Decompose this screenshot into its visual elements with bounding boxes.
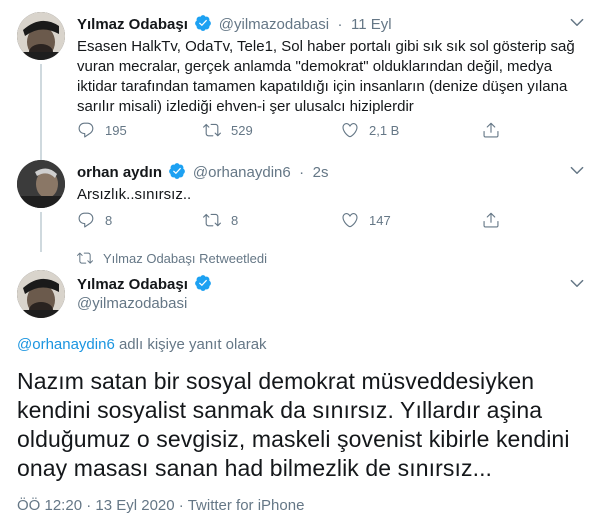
meta-separator: · [82, 497, 96, 514]
avatar-image [17, 160, 65, 208]
verified-badge-icon [168, 162, 186, 180]
reply-mention-link[interactable]: @orhanaydin6 [17, 336, 115, 353]
heart-icon [342, 123, 358, 138]
tweet-client-link[interactable]: Twitter for iPhone [188, 497, 305, 514]
handle[interactable]: @yilmazodabasi [77, 295, 187, 312]
reply-button[interactable]: 8 [77, 211, 112, 229]
avatar-image [17, 12, 65, 60]
thread-line [40, 152, 42, 160]
avatar-image [17, 270, 65, 318]
share-button[interactable] [482, 211, 510, 229]
like-count: 2,1 B [369, 122, 400, 138]
reply-icon [78, 122, 94, 138]
separator-dot: · [299, 164, 305, 181]
verified-badge-icon [194, 274, 212, 292]
tweet-meta: ÖÖ 12:20 · 13 Eyl 2020 · Twitter for iPh… [17, 497, 304, 514]
retweet-count: 8 [231, 212, 239, 228]
share-button[interactable] [482, 121, 510, 139]
reply-count: 195 [105, 122, 127, 138]
display-name[interactable]: Yılmaz Odabaşı [77, 16, 188, 33]
tweet-orhan[interactable]: orhan aydın @orhanaydin6 · 2s Arsızlık..… [0, 152, 596, 252]
reply-button[interactable]: 195 [77, 121, 127, 139]
timestamp[interactable]: 11 Eyl [351, 16, 392, 33]
tweet-actions: 195 529 2,1 B [77, 121, 517, 141]
tweet-actions: 8 8 147 [77, 211, 517, 231]
meta-separator: · [174, 497, 188, 514]
tweet-text-line: sarılır misali) izlediği ehven-i şer ulu… [77, 98, 414, 115]
tweet-text: Esasen HalkTv, OdaTv, Tele1, Sol haber p… [77, 37, 582, 117]
timestamp[interactable]: 2s [313, 164, 329, 181]
retweet-icon [203, 213, 221, 227]
tweet-text-line: olduğumuz o sevgisiz, maskeli şovenist k… [17, 426, 570, 452]
tweet-yilmaz-1[interactable]: Yılmaz Odabaşı @yilmazodabasi · 11 Eyl E… [0, 0, 596, 160]
retweeted-by-banner[interactable]: Yılmaz Odabaşı Retweetledi [77, 250, 267, 266]
reply-context-text: adlı kişiye yanıt olarak [114, 336, 267, 353]
display-name[interactable]: orhan aydın [77, 164, 162, 181]
separator-dot: · [337, 16, 343, 33]
tweet-text-line: Nazım satan bir sosyal demokrat müsvedde… [17, 368, 535, 394]
like-button[interactable]: 147 [341, 211, 391, 229]
tweet-text-line: Esasen HalkTv, OdaTv, Tele1, Sol haber p… [77, 38, 575, 55]
more-caret-icon[interactable] [568, 274, 586, 292]
tweet-text: Nazım satan bir sosyal demokrat müsvedde… [17, 367, 587, 483]
more-caret-icon[interactable] [568, 13, 586, 31]
tweet-time[interactable]: ÖÖ 12:20 [17, 497, 82, 514]
tweet-text-line: onay masası sanan had bilmezlik de sınır… [17, 455, 493, 481]
like-count: 147 [369, 212, 391, 228]
thread-line [40, 64, 42, 160]
handle[interactable]: @yilmazodabasi [219, 16, 329, 33]
avatar[interactable] [17, 160, 65, 208]
reply-count: 8 [105, 212, 113, 228]
display-name[interactable]: Yılmaz Odabaşı [77, 276, 188, 293]
tweet-yilmaz-focused: Yılmaz Odabaşı @yilmazodabasi @orhanaydi… [0, 266, 596, 520]
retweet-button[interactable]: 529 [203, 121, 253, 139]
retweet-icon [77, 252, 93, 264]
tweet-text-line: kendini sosyalist sanmak da sınırsız. Yı… [17, 397, 543, 423]
handle[interactable]: @orhanaydin6 [193, 164, 291, 181]
retweet-count: 529 [231, 122, 253, 138]
tweet-text: Arsızlık..sınırsız.. [77, 186, 192, 203]
thread-line [40, 212, 42, 252]
heart-icon [342, 213, 358, 228]
verified-badge-icon [194, 14, 212, 32]
share-icon [483, 212, 499, 228]
tweet-date[interactable]: 13 Eyl 2020 [95, 497, 174, 514]
more-caret-icon[interactable] [568, 161, 586, 179]
reply-context: @orhanaydin6 adlı kişiye yanıt olarak [17, 336, 267, 353]
tweet-text-line: iktidar tarafından tamamen kapatıldığı i… [77, 78, 568, 95]
tweet-text-line: vuran mecralar, gerçek anlamda "demokrat… [77, 58, 553, 75]
avatar[interactable] [17, 270, 65, 318]
retweeted-by-text: Yılmaz Odabaşı Retweetledi [103, 250, 268, 266]
like-button[interactable]: 2,1 B [341, 121, 399, 139]
reply-icon [78, 212, 94, 228]
retweet-button[interactable]: 8 [203, 211, 238, 229]
share-icon [483, 122, 499, 138]
avatar[interactable] [17, 12, 65, 60]
retweet-icon [203, 123, 221, 137]
